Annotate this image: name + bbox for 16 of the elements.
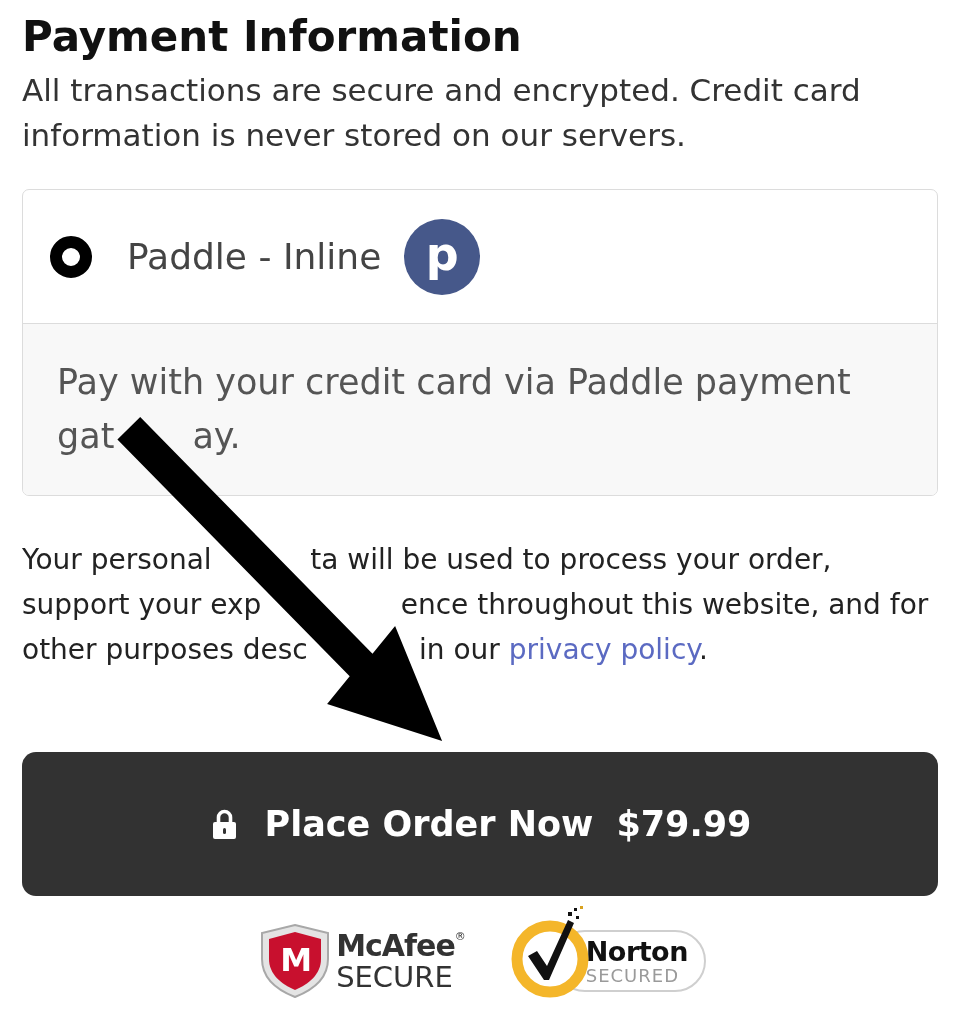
- payment-method-label[interactable]: Paddle - Inline: [127, 236, 382, 277]
- privacy-notice: Your personal ta will be used to process your order, support your exp ence throughout this website, and for other purposes desc in our privacy policy.: [22, 542, 930, 668]
- brand-caption: SECURED: [585, 966, 681, 985]
- shield-icon: [260, 924, 331, 998]
- lock-icon: [212, 809, 236, 839]
- payment-description: Pay with your credit card via Paddle payment gat ay.: [57, 361, 852, 458]
- radio-button[interactable]: [50, 235, 92, 278]
- privacy-policy-link[interactable]: privacy policy: [508, 633, 699, 666]
- place-order-button[interactable]: Place Order Now $79.99: [22, 752, 938, 896]
- brand-name: McAfee$^{®}$: [336, 930, 466, 961]
- logo-mark: p: [404, 218, 481, 295]
- shield-letter: M: [280, 944, 311, 976]
- brand-name: Norton: [585, 937, 688, 965]
- brand-caption: SECURE: [336, 962, 454, 992]
- page-title: Payment Information: [22, 12, 523, 62]
- security-note: All transactions are secure and encrypted. Credit card information is never stored on our servers.: [22, 71, 862, 155]
